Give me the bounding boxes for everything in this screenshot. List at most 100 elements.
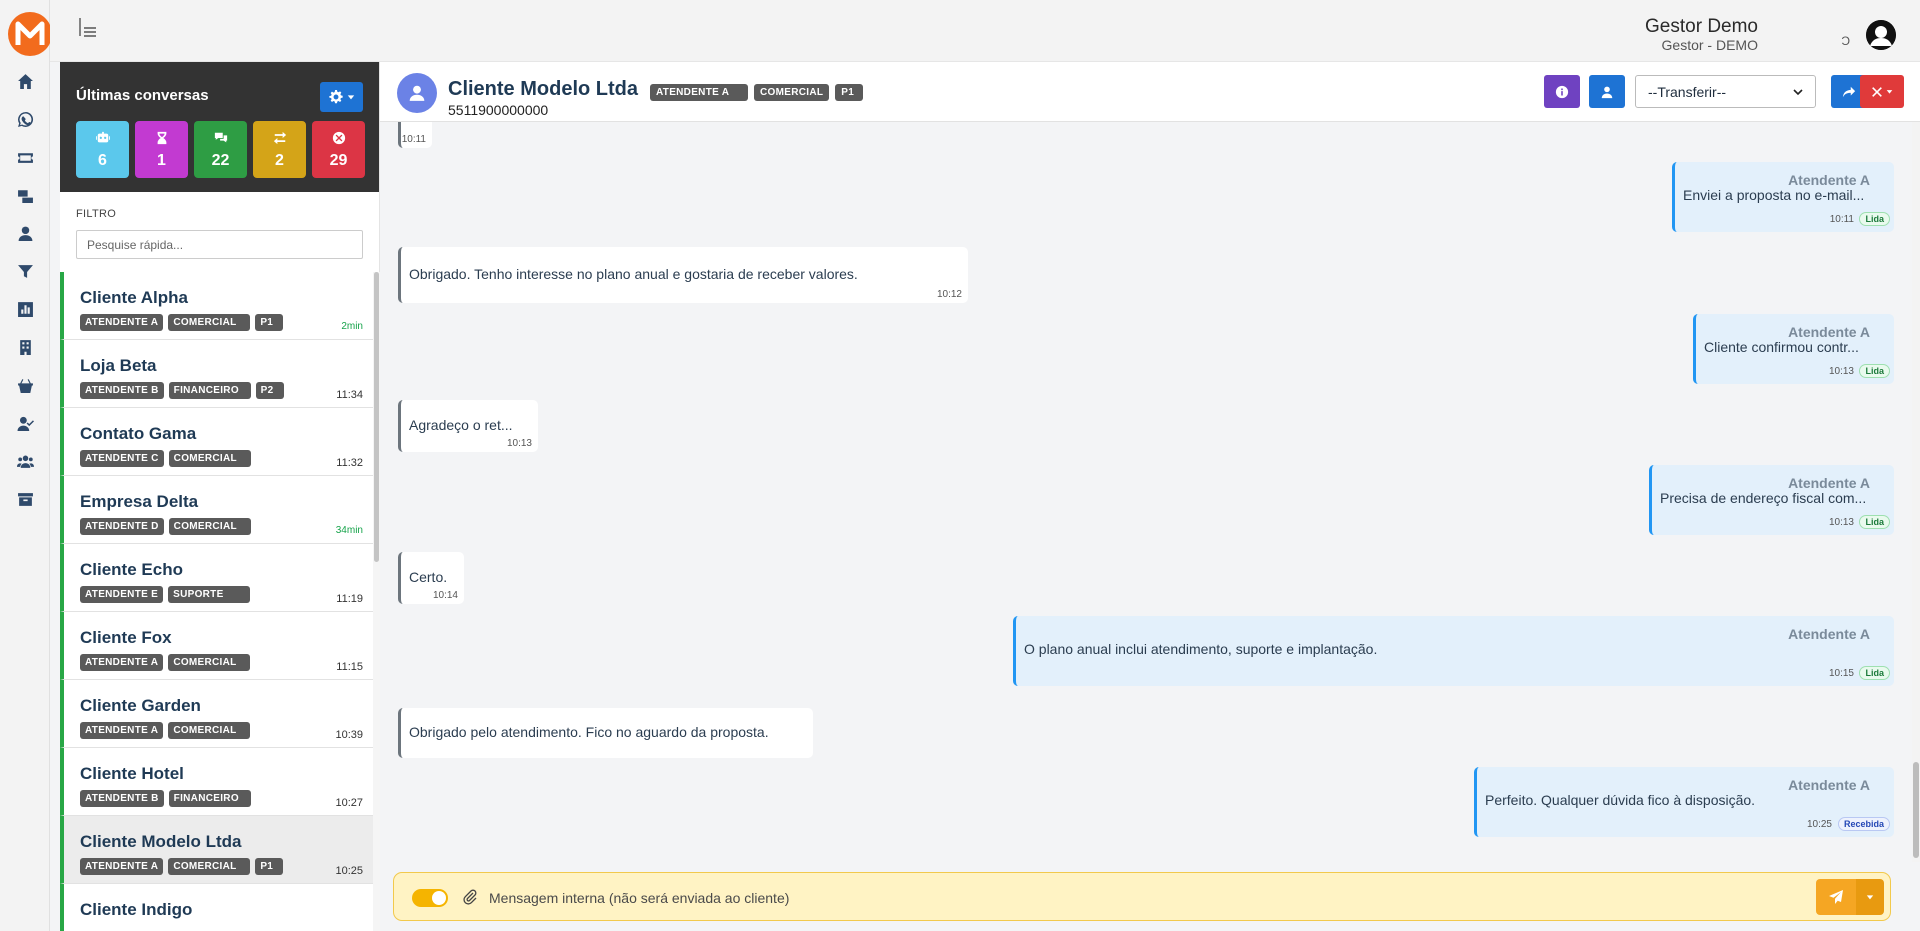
stat-transfer-count: 2: [275, 152, 284, 169]
basket-icon[interactable]: [14, 374, 36, 396]
send-button[interactable]: [1816, 879, 1856, 915]
conversation-name: Cliente Alpha: [80, 288, 188, 307]
message-text: Agradeço o ret...: [409, 417, 513, 433]
conversation-tag: ATENDENTE D: [80, 518, 164, 535]
user-icon[interactable]: [14, 222, 36, 244]
stat-open[interactable]: 22: [194, 121, 247, 178]
outgoing-message[interactable]: Atendente A Perfeito. Qualquer dúvida fic…: [1474, 767, 1894, 837]
message-status-badge: Recebida: [1837, 817, 1890, 831]
contact-tags: ATENDENTE A COMERCIAL P1: [650, 84, 864, 101]
conversation-tags: ATENDENTE A COMERCIAL P1: [80, 314, 284, 331]
stat-closed[interactable]: 29: [312, 121, 365, 178]
conversation-item[interactable]: Cliente Garden ATENDENTE A COMERCIAL 10:39: [60, 680, 373, 748]
conversation-item[interactable]: Contato Gama ATENDENTE C COMERCIAL 11:32: [60, 408, 373, 476]
attach-button[interactable]: [462, 889, 478, 905]
chart-icon[interactable]: [14, 298, 36, 320]
message-author: Atendente A: [1788, 626, 1870, 642]
tag-department: COMERCIAL: [754, 84, 830, 101]
close-chat-button[interactable]: [1860, 75, 1904, 108]
whatsapp-icon[interactable]: [14, 108, 36, 130]
caret-down-icon: [1866, 895, 1874, 900]
conversation-name: Cliente Indigo: [80, 900, 193, 919]
user-check-icon[interactable]: [14, 412, 36, 434]
app-logo[interactable]: [7, 9, 53, 59]
home-icon[interactable]: [14, 70, 36, 92]
conversation-name: Cliente Modelo Ltda: [80, 832, 242, 851]
outgoing-message[interactable]: Atendente A Precisa de endereço fiscal co…: [1649, 465, 1894, 535]
info-button[interactable]: [1544, 75, 1580, 108]
internal-message-toggle[interactable]: [412, 889, 448, 907]
avatar[interactable]: [1866, 20, 1896, 50]
building-icon[interactable]: [14, 336, 36, 358]
outgoing-message[interactable]: Atendente A Cliente confirmou contr... 10:…: [1693, 314, 1894, 384]
conversation-item[interactable]: Cliente Indigo: [60, 884, 373, 931]
outgoing-message[interactable]: Atendente A O plano anual inclui atendime…: [1013, 616, 1894, 686]
message-scrollbar[interactable]: [1912, 122, 1920, 862]
comments-icon: [214, 132, 227, 143]
stat-bot[interactable]: 6: [76, 121, 129, 178]
conversation-tag: COMERCIAL: [168, 314, 251, 331]
ticket-icon[interactable]: [14, 146, 36, 168]
search-input[interactable]: [76, 230, 363, 259]
message-text: Precisa de endereço fiscal com...: [1660, 490, 1867, 506]
contact-avatar: [397, 73, 437, 113]
conversation-time: 11:19: [336, 593, 363, 605]
incoming-message[interactable]: 10:11: [398, 122, 432, 148]
filter-icon[interactable]: [14, 260, 36, 282]
message-composer: [393, 872, 1891, 921]
message-text: Enviei a proposta no e-mail...: [1683, 187, 1865, 203]
scrollbar-thumb[interactable]: [1913, 762, 1919, 858]
conversation-tag: COMERCIAL: [168, 654, 251, 671]
conversation-tag: ATENDENTE E: [80, 586, 164, 603]
conversation-item[interactable]: Cliente Echo ATENDENTE E SUPORTE 11:19: [60, 544, 373, 612]
conversation-item[interactable]: Empresa Delta ATENDENTE D COMERCIAL 34min: [60, 476, 373, 544]
conversation-item[interactable]: Cliente Hotel ATENDENTE B FINANCEIRO 10:27: [60, 748, 373, 816]
conversation-tag: ATENDENTE A: [80, 858, 164, 875]
conversation-item[interactable]: Cliente Modelo Ltda ATENDENTE A COMERCIAL P…: [60, 816, 373, 884]
users-icon[interactable]: [14, 450, 36, 472]
transfer-select[interactable]: --Transferir--: [1635, 75, 1816, 108]
conversation-tags: ATENDENTE B FINANCEIRO P2: [80, 382, 284, 399]
outgoing-message[interactable]: Atendente A Enviei a proposta no e-mail..…: [1672, 162, 1894, 232]
tag-priority: P1: [835, 84, 864, 101]
conversation-tag: ATENDENTE C: [80, 450, 164, 467]
conversation-tags: ATENDENTE B FINANCEIRO: [80, 790, 251, 807]
incoming-message[interactable]: Agradeço o ret... 10:13: [398, 400, 538, 452]
share-icon: [1842, 86, 1856, 97]
scrollbar-thumb[interactable]: [374, 272, 379, 562]
incoming-message[interactable]: Obrigado pelo atendimento. Fico no aguar…: [398, 708, 813, 758]
incoming-message[interactable]: Certo. 10:14: [398, 552, 464, 604]
caret-down-icon: [347, 95, 354, 100]
conversation-list-scrollbar[interactable]: [373, 272, 380, 931]
robot-icon: [95, 131, 110, 143]
stat-bot-count: 6: [98, 152, 107, 169]
conversation-tag: SUPORTE: [168, 586, 251, 603]
mail-bulk-icon[interactable]: [14, 184, 36, 206]
conversation-item[interactable]: Cliente Fox ATENDENTE A COMERCIAL 11:15: [60, 612, 373, 680]
close-icon: [1872, 86, 1882, 97]
stat-waiting[interactable]: 1: [135, 121, 188, 178]
conversation-name: Cliente Echo: [80, 560, 183, 579]
archive-icon[interactable]: [14, 488, 36, 510]
caret-down-icon: [1886, 90, 1893, 94]
message-time: 10:13: [1828, 517, 1854, 528]
conversation-time: 34min: [335, 525, 363, 536]
exchange-icon: [273, 131, 286, 145]
stat-closed-count: 29: [329, 152, 348, 169]
conversation-item[interactable]: Loja Beta ATENDENTE B FINANCEIRO P2 11:34: [60, 340, 373, 408]
message-input[interactable]: [489, 883, 1689, 913]
conversation-item[interactable]: Cliente Alpha ATENDENTE A COMERCIAL P1 2min: [60, 272, 373, 340]
incoming-message[interactable]: Obrigado. Tenho interesse no plano anual…: [398, 247, 968, 303]
stat-open-count: 22: [211, 152, 230, 169]
menu-toggle-icon[interactable]: [78, 16, 98, 38]
stat-transfer[interactable]: 2: [253, 121, 306, 178]
message-area: 10:11 Atendente A Enviei a proposta no e-m…: [380, 122, 1906, 862]
settings-dropdown-button[interactable]: [320, 82, 363, 112]
filter-label: FILTRO: [76, 208, 117, 220]
send-options-button[interactable]: [1856, 879, 1884, 915]
contact-phone: 5511900000000: [448, 102, 549, 118]
conversation-name: Cliente Hotel: [80, 764, 184, 783]
message-time: 10:13: [506, 438, 532, 449]
contact-card-button[interactable]: [1589, 75, 1625, 108]
conversation-tag: P1: [255, 314, 284, 331]
